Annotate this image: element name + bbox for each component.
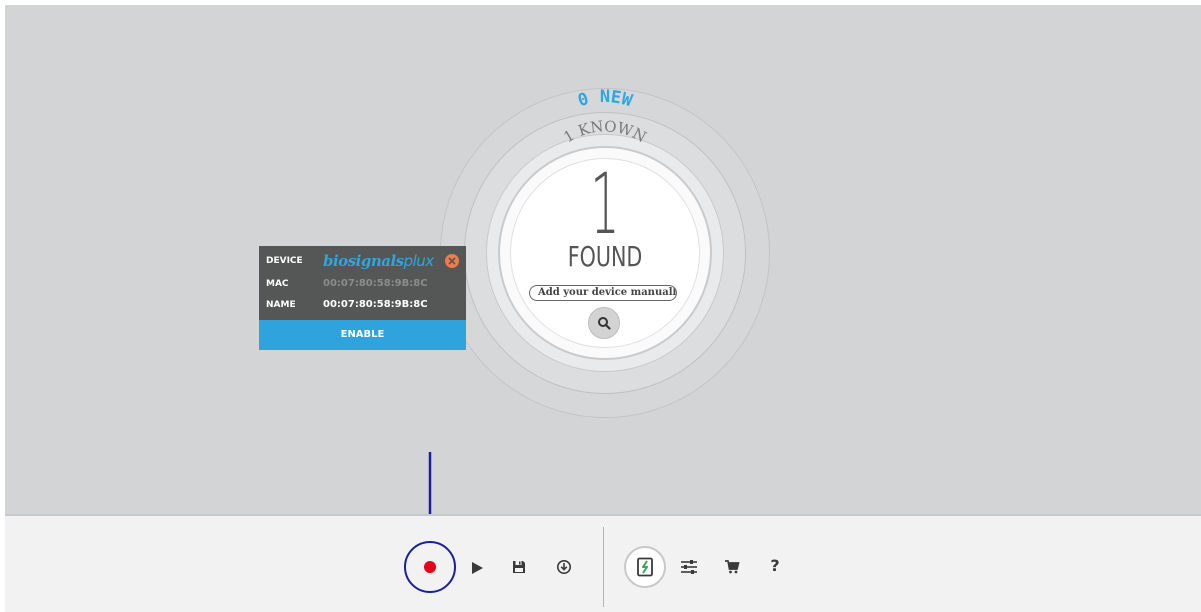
device-brand-suffix: plux bbox=[403, 252, 435, 270]
mac-value: 00:07:80:58:9B:8C bbox=[323, 278, 428, 289]
record-button[interactable] bbox=[404, 541, 456, 593]
help-icon[interactable]: ? bbox=[768, 556, 782, 576]
save-icon[interactable] bbox=[512, 560, 526, 574]
record-icon bbox=[424, 561, 436, 573]
found-count: 1 bbox=[590, 155, 620, 253]
device-card: DEVICE biosignalsplux MAC 00:07:80:58:9B… bbox=[259, 246, 466, 350]
download-icon[interactable] bbox=[556, 559, 572, 575]
close-icon bbox=[448, 257, 456, 265]
device-manager-button[interactable] bbox=[624, 546, 666, 588]
cart-icon[interactable] bbox=[724, 559, 740, 575]
toolbar-divider bbox=[603, 527, 604, 607]
device-brand-logo: biosignalsplux bbox=[323, 252, 434, 270]
found-label: FOUND bbox=[567, 240, 643, 273]
device-manager-icon bbox=[637, 557, 653, 577]
name-row: NAME 00:07:80:58:9B:8C bbox=[259, 296, 466, 316]
name-label: NAME bbox=[266, 300, 296, 310]
search-button[interactable] bbox=[588, 307, 620, 339]
search-icon bbox=[598, 317, 611, 330]
new-devices-label: 0 NEW bbox=[576, 87, 636, 111]
device-brand-main: biosignals bbox=[323, 252, 404, 270]
settings-sliders-icon[interactable] bbox=[680, 558, 698, 576]
device-label: DEVICE bbox=[266, 256, 303, 266]
add-device-input[interactable]: Add your device manually bbox=[529, 285, 677, 301]
play-icon[interactable] bbox=[470, 561, 484, 575]
mac-row: MAC 00:07:80:58:9B:8C bbox=[259, 275, 466, 295]
known-devices-label: 1 KNOWN bbox=[560, 117, 649, 146]
name-value[interactable]: 00:07:80:58:9B:8C bbox=[323, 299, 428, 310]
device-row: DEVICE biosignalsplux bbox=[259, 252, 466, 272]
remove-device-button[interactable] bbox=[445, 254, 459, 268]
mac-label: MAC bbox=[266, 279, 289, 289]
enable-button[interactable]: ENABLE bbox=[259, 320, 466, 350]
